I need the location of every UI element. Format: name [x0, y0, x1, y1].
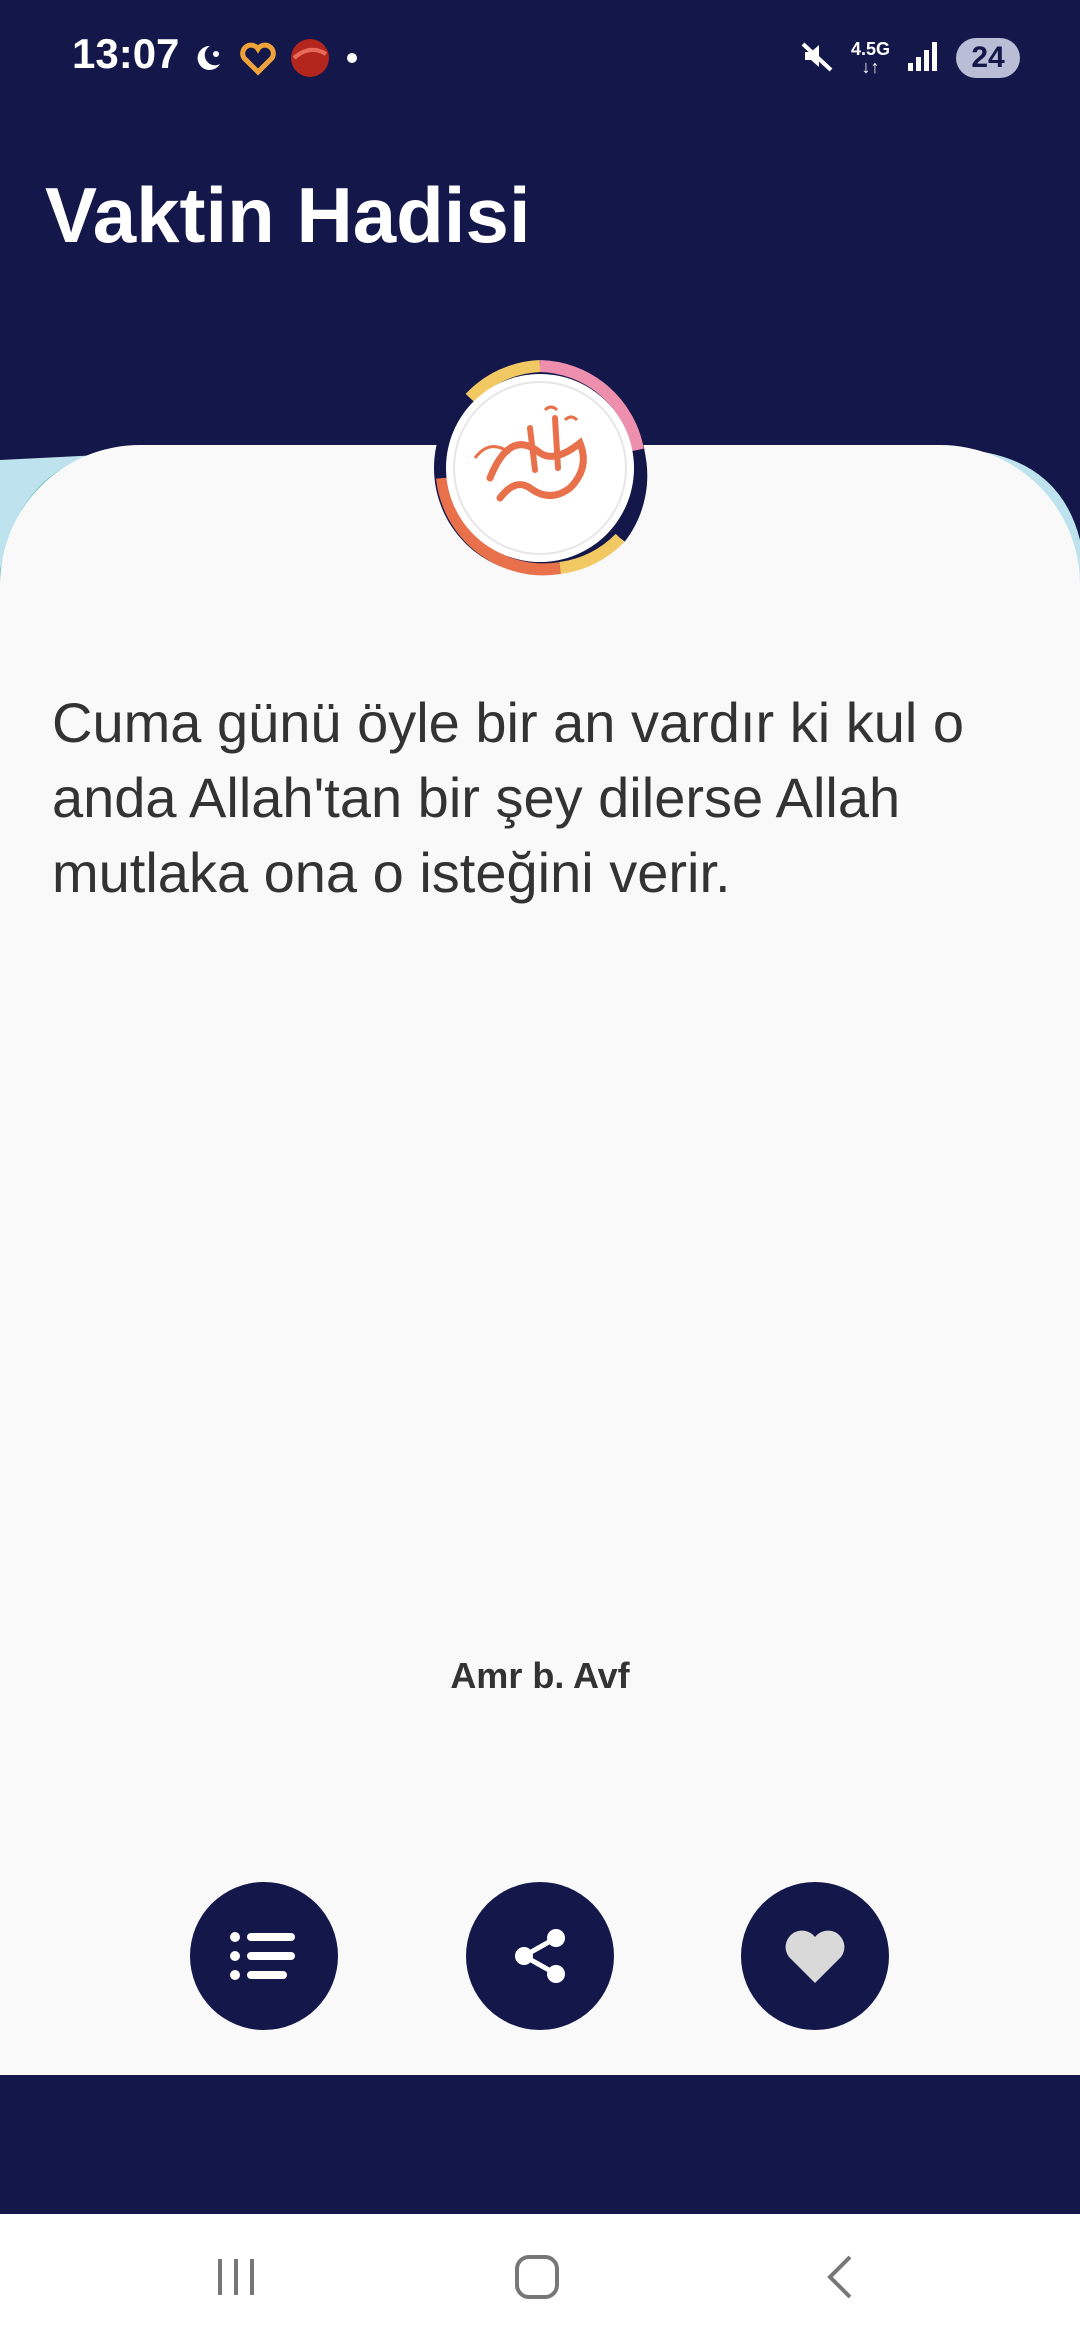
- battery-icon: 24: [956, 38, 1020, 78]
- heart-icon: [785, 1930, 845, 1983]
- home-icon: [515, 2255, 559, 2299]
- navigation-bar: [0, 2214, 1080, 2340]
- page-title: Vaktin Hadisi: [45, 171, 531, 259]
- status-left-icons: [190, 38, 360, 82]
- share-button[interactable]: [466, 1882, 614, 2030]
- hadith-narrator: Amr b. Avf: [450, 1655, 630, 1696]
- favorite-button[interactable]: [741, 1882, 889, 2030]
- share-icon: [515, 1929, 565, 1983]
- ball-app-icon: [290, 38, 330, 83]
- hadith-text: Cuma günü öyle bir an vardır ki kul o an…: [52, 691, 964, 904]
- home-button[interactable]: [497, 2242, 577, 2312]
- screen: 13:07 4.5G ↓↑ 24 Vaktin Hadisi Cuma günü…: [0, 0, 1080, 2340]
- status-right-icons: 4.5G ↓↑ 24: [799, 34, 1020, 82]
- hadith-card-area: [0, 350, 1080, 2075]
- network-label: 4.5G ↓↑: [850, 39, 890, 77]
- action-row: [0, 1882, 1080, 2030]
- moon-star-icon: [190, 40, 226, 81]
- mute-icon: [799, 38, 835, 79]
- signal-icon: [906, 39, 940, 78]
- network-type: 4.5G: [850, 39, 890, 59]
- list-icon: [230, 1932, 295, 1980]
- status-bar: 13:07 4.5G ↓↑ 24: [0, 0, 1080, 120]
- dot-icon: [344, 50, 360, 71]
- muhammad-calligraphy-icon: [434, 360, 648, 576]
- status-time: 13:07: [72, 30, 180, 77]
- recent-apps-button[interactable]: [196, 2242, 276, 2312]
- heart-app-icon: [240, 40, 276, 81]
- back-icon: [827, 2255, 852, 2299]
- back-button[interactable]: [800, 2242, 880, 2312]
- list-button[interactable]: [190, 1882, 338, 2030]
- recent-apps-icon: [218, 2259, 254, 2295]
